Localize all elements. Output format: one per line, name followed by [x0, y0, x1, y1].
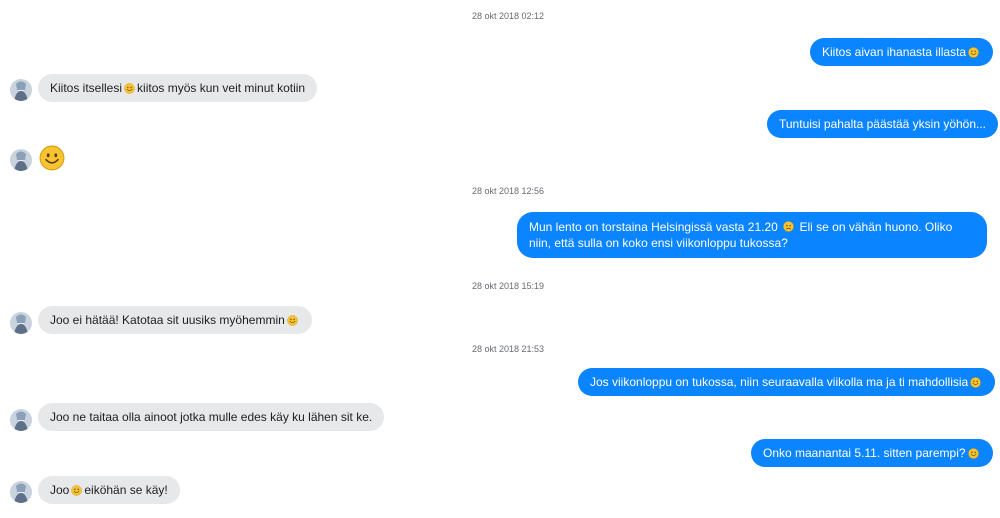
message-text: Kiitos itsellesi — [50, 81, 123, 95]
contact-avatar-icon[interactable] — [10, 149, 32, 171]
sad-face-emoji-icon — [783, 221, 795, 232]
contact-avatar-icon[interactable] — [10, 312, 32, 334]
message-text: Mun lento on torstaina Helsingissä vasta… — [529, 220, 778, 234]
message-text: Jos viikonloppu on tukossa, niin seuraav… — [590, 375, 969, 389]
message-bubble-incoming[interactable]: Joo eiköhän se käy! — [38, 476, 180, 504]
timestamp: 28 okt 2018 12:56 — [471, 186, 545, 196]
message-text: eiköhän se käy! — [84, 483, 168, 497]
message-bubble-outgoing[interactable]: Jos viikonloppu on tukossa, niin seuraav… — [578, 368, 996, 396]
message-text: Kiitos aivan ihanasta illasta — [822, 45, 967, 59]
contact-avatar-icon[interactable] — [10, 481, 32, 503]
message-bubble-outgoing[interactable]: Mun lento on torstaina Helsingissä vasta… — [517, 212, 987, 258]
message-bubble-incoming[interactable]: Kiitos itsellesi kiitos myös kun veit mi… — [38, 74, 318, 102]
smiling-face-emoji-icon — [71, 484, 83, 496]
timestamp: 28 okt 2018 21:53 — [471, 344, 545, 354]
message-bubble-incoming[interactable]: Joo ei hätää! Katotaa sit uusiks myöhemm… — [38, 306, 312, 334]
smiling-face-emoji-icon — [124, 82, 135, 94]
message-text: kiitos myös kun veit minut kotiin — [137, 81, 306, 95]
message-text: Joo ne taitaa olla ainoot jotka mulle ed… — [50, 410, 373, 424]
smiling-face-emoji-icon — [968, 46, 979, 58]
message-bubble-incoming[interactable]: Joo ne taitaa olla ainoot jotka mulle ed… — [38, 403, 385, 431]
smiling-face-emoji-icon — [970, 376, 982, 388]
message-text: Joo ei hätää! Katotaa sit uusiks myöhemm… — [50, 313, 285, 327]
timestamp: 28 okt 2018 02:12 — [471, 11, 545, 21]
timestamp: 28 okt 2018 15:19 — [471, 281, 545, 291]
message-text: Joo — [50, 483, 70, 497]
smiling-face-emoji-icon — [286, 314, 298, 326]
smiling-face-emoji-icon — [967, 447, 979, 459]
message-bubble-outgoing[interactable]: Onko maanantai 5.11. sitten parempi? — [751, 439, 993, 467]
contact-avatar-icon[interactable] — [10, 409, 32, 431]
message-text: Onko maanantai 5.11. sitten parempi? — [763, 446, 966, 460]
message-text: Tuntuisi pahalta päästää yksin yöhön... — [779, 117, 987, 131]
contact-avatar-icon[interactable] — [10, 79, 32, 101]
message-bubble-outgoing[interactable]: Kiitos aivan ihanasta illasta — [810, 38, 994, 66]
message-bubble-outgoing[interactable]: Tuntuisi pahalta päästää yksin yöhön... — [767, 110, 999, 138]
smiling-face-emoji-icon[interactable] — [39, 145, 65, 171]
